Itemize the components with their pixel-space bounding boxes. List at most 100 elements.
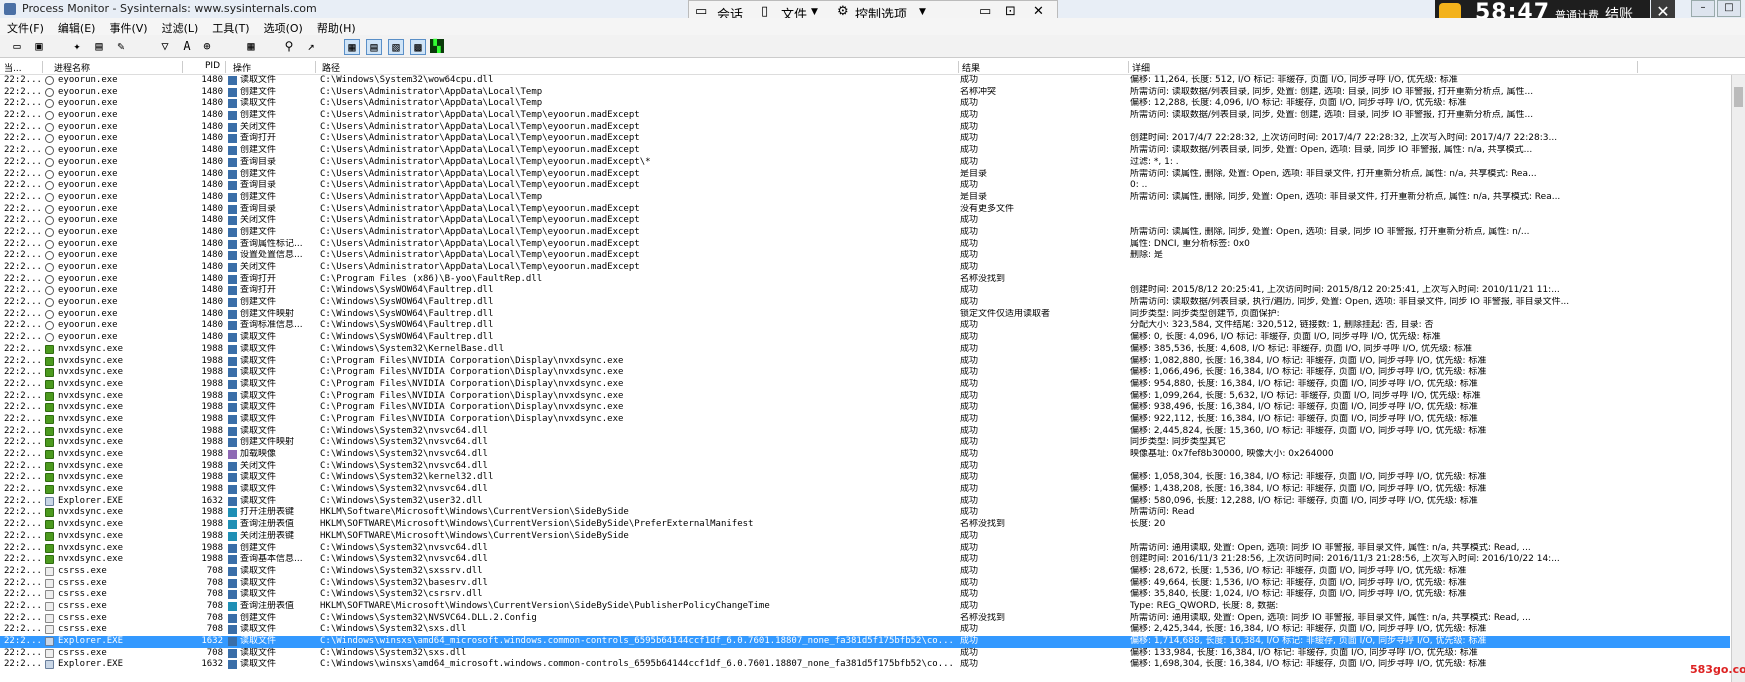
table-row[interactable]: 22:2... eyoorun.exe 1480 关闭文件 C:\Users\Admin… bbox=[0, 262, 1730, 274]
table-row[interactable]: 22:2... eyoorun.exe 1480 设置处置信息... C:\Users\… bbox=[0, 250, 1730, 262]
table-row[interactable]: 22:2... csrss.exe 708 读取文件 C:\Windows\System… bbox=[0, 624, 1730, 636]
table-row[interactable]: 22:2... eyoorun.exe 1480 创建文件 C:\Users\Admin… bbox=[0, 145, 1730, 157]
table-row[interactable]: 22:2... nvxdsync.exe 1988 创建文件映射 C:\Windows\… bbox=[0, 437, 1730, 449]
menu-item[interactable]: 工具(T) bbox=[205, 18, 256, 36]
table-row[interactable]: 22:2... csrss.exe 708 查询注册表值 HKLM\SOFTWARE\M… bbox=[0, 601, 1730, 613]
process-filter-icon[interactable]: ▩ bbox=[410, 39, 426, 55]
col-process-name[interactable]: 进程名称 bbox=[54, 61, 183, 74]
close-icon[interactable]: ✕ bbox=[1033, 4, 1044, 19]
table-row[interactable]: 22:2... nvxdsync.exe 1988 读取文件 C:\Program Fi… bbox=[0, 391, 1730, 403]
table-row[interactable]: 22:2... csrss.exe 708 读取文件 C:\Windows\System… bbox=[0, 589, 1730, 601]
table-row[interactable]: 22:2... nvxdsync.exe 1988 读取文件 C:\Windows\Sy… bbox=[0, 344, 1730, 356]
table-row[interactable]: 22:2... eyoorun.exe 1480 查询属性标记... C:\Users\… bbox=[0, 239, 1730, 251]
time-cell: 22:2... bbox=[4, 507, 42, 518]
col-pid[interactable]: PID bbox=[205, 61, 226, 73]
menu-item[interactable]: 帮助(H) bbox=[310, 18, 363, 36]
table-row[interactable]: 22:2... Explorer.EXE 1632 读取文件 C:\Windows\wi… bbox=[0, 636, 1730, 648]
table-row[interactable]: 22:2... Explorer.EXE 1632 读取文件 C:\Windows\Sy… bbox=[0, 496, 1730, 508]
operation-cell: 读取文件 bbox=[240, 332, 277, 343]
menu-item[interactable]: 事件(V) bbox=[102, 18, 154, 36]
table-row[interactable]: 22:2... nvxdsync.exe 1988 读取文件 C:\Program Fi… bbox=[0, 367, 1730, 379]
filesystem-filter-icon[interactable]: ▤ bbox=[366, 39, 382, 55]
table-row[interactable]: 22:2... nvxdsync.exe 1988 读取文件 C:\Windows\Sy… bbox=[0, 484, 1730, 496]
process-name-cell: csrss.exe bbox=[58, 589, 107, 600]
table-row[interactable]: 22:2... nvxdsync.exe 1988 加载映像 C:\Windows\Sy… bbox=[0, 449, 1730, 461]
table-row[interactable]: 22:2... nvxdsync.exe 1988 查询注册表值 HKLM\SOFTWA… bbox=[0, 519, 1730, 531]
restore-icon[interactable]: ⊡ bbox=[1005, 4, 1016, 19]
table-row[interactable]: 22:2... nvxdsync.exe 1988 读取文件 C:\Program Fi… bbox=[0, 356, 1730, 368]
tree-icon[interactable]: ▦ bbox=[244, 39, 258, 53]
target-icon[interactable]: ⊕ bbox=[200, 39, 214, 53]
table-row[interactable]: 22:2... eyoorun.exe 1480 读取文件 C:\Users\Admin… bbox=[0, 98, 1730, 110]
col-detail[interactable]: 详细 bbox=[1132, 61, 1638, 74]
filter-icon[interactable]: ▽ bbox=[158, 39, 172, 53]
minimize-button[interactable]: – bbox=[1691, 0, 1715, 17]
jump-icon[interactable]: ↗ bbox=[304, 39, 318, 53]
window-icon[interactable]: ▭ bbox=[979, 4, 991, 19]
process-name-cell: nvxdsync.exe bbox=[58, 343, 124, 354]
open-icon[interactable]: ▭ bbox=[10, 39, 24, 53]
table-row[interactable]: 22:2... eyoorun.exe 1480 读取文件 C:\Windows\Sys… bbox=[0, 332, 1730, 344]
registry-filter-icon[interactable]: ▦ bbox=[344, 39, 360, 55]
pid-cell: 1988 bbox=[201, 367, 223, 378]
table-row[interactable]: 22:2... nvxdsync.exe 1988 读取文件 C:\Program Fi… bbox=[0, 414, 1730, 426]
table-row[interactable]: 22:2... eyoorun.exe 1480 创建文件 C:\Users\Admin… bbox=[0, 110, 1730, 122]
table-row[interactable]: 22:2... nvxdsync.exe 1988 查询基本信息... C:\Windo… bbox=[0, 554, 1730, 566]
table-row[interactable]: 22:2... nvxdsync.exe 1988 创建文件 C:\Windows\Sy… bbox=[0, 543, 1730, 555]
table-row[interactable]: 22:2... eyoorun.exe 1480 创建文件 C:\Users\Admin… bbox=[0, 227, 1730, 239]
find-icon[interactable]: ⚲ bbox=[282, 39, 296, 53]
table-row[interactable]: 22:2... eyoorun.exe 1480 查询目录 C:\Users\Admin… bbox=[0, 204, 1730, 216]
col-operation[interactable]: 操作 bbox=[233, 61, 316, 74]
profiling-filter-icon[interactable]: ▚ bbox=[430, 39, 444, 53]
table-row[interactable]: 22:2... nvxdsync.exe 1988 打开注册表键 HKLM\Softwa… bbox=[0, 507, 1730, 519]
capture-icon[interactable]: ✦ bbox=[70, 39, 84, 53]
col-time[interactable]: 当... bbox=[4, 61, 43, 74]
col-path[interactable]: 路径 bbox=[322, 61, 959, 74]
pid-cell: 1988 bbox=[201, 460, 223, 471]
table-row[interactable]: 22:2... eyoorun.exe 1480 创建文件 C:\Windows\Sys… bbox=[0, 297, 1730, 309]
table-row[interactable]: 22:2... csrss.exe 708 创建文件 C:\Windows\System… bbox=[0, 613, 1730, 625]
table-row[interactable]: 22:2... eyoorun.exe 1480 关闭文件 C:\Users\Admin… bbox=[0, 215, 1730, 227]
vertical-scrollbar[interactable] bbox=[1731, 75, 1745, 682]
clear-icon[interactable]: ✎ bbox=[114, 39, 128, 53]
operation-cell: 读取文件 bbox=[240, 577, 277, 588]
network-filter-icon[interactable]: ▧ bbox=[388, 39, 404, 55]
table-row[interactable]: 22:2... eyoorun.exe 1480 创建文件 C:\Users\Admin… bbox=[0, 87, 1730, 99]
menu-item[interactable]: 选项(O) bbox=[257, 18, 310, 36]
table-row[interactable]: 22:2... eyoorun.exe 1480 查询打开 C:\Users\Admin… bbox=[0, 133, 1730, 145]
table-row[interactable]: 22:2... eyoorun.exe 1480 读取文件 C:\Windows\Sys… bbox=[0, 75, 1730, 87]
operation-cell: 创建文件 bbox=[240, 542, 277, 553]
table-row[interactable]: 22:2... nvxdsync.exe 1988 读取文件 C:\Windows\Sy… bbox=[0, 472, 1730, 484]
autoscroll-icon[interactable]: ▤ bbox=[92, 39, 106, 53]
save-icon[interactable]: ▣ bbox=[32, 39, 46, 53]
table-row[interactable]: 22:2... nvxdsync.exe 1988 关闭文件 C:\Windows\Sy… bbox=[0, 461, 1730, 473]
maximize-button[interactable]: □ bbox=[1717, 0, 1741, 17]
table-row[interactable]: 22:2... nvxdsync.exe 1988 读取文件 C:\Windows\Sy… bbox=[0, 426, 1730, 438]
table-row[interactable]: 22:2... csrss.exe 708 读取文件 C:\Windows\System… bbox=[0, 578, 1730, 590]
table-row[interactable]: 22:2... eyoorun.exe 1480 创建文件映射 C:\Windows\S… bbox=[0, 309, 1730, 321]
process-name-cell: eyoorun.exe bbox=[58, 156, 118, 167]
table-row[interactable]: 22:2... csrss.exe 708 读取文件 C:\Windows\System… bbox=[0, 566, 1730, 578]
table-row[interactable]: 22:2... eyoorun.exe 1480 创建文件 C:\Users\Admin… bbox=[0, 169, 1730, 181]
col-result[interactable]: 结果 bbox=[962, 61, 1129, 74]
table-row[interactable]: 22:2... eyoorun.exe 1480 关闭文件 C:\Users\Admin… bbox=[0, 122, 1730, 134]
scrollbar-thumb[interactable] bbox=[1734, 87, 1743, 107]
table-row[interactable]: 22:2... eyoorun.exe 1480 查询打开 C:\Program Fil… bbox=[0, 274, 1730, 286]
table-row[interactable]: 22:2... eyoorun.exe 1480 查询标准信息... C:\Window… bbox=[0, 320, 1730, 332]
detail-cell: 长度: 20 bbox=[1130, 519, 1166, 530]
table-row[interactable]: 22:2... eyoorun.exe 1480 查询打开 C:\Windows\Sys… bbox=[0, 285, 1730, 297]
table-row[interactable]: 22:2... Explorer.EXE 1632 读取文件 C:\Windows\wi… bbox=[0, 659, 1730, 671]
table-row[interactable]: 22:2... eyoorun.exe 1480 创建文件 C:\Users\Admin… bbox=[0, 192, 1730, 204]
table-row[interactable]: 22:2... eyoorun.exe 1480 查询目录 C:\Users\Admin… bbox=[0, 157, 1730, 169]
table-row[interactable]: 22:2... csrss.exe 708 读取文件 C:\Windows\System… bbox=[0, 648, 1730, 660]
path-cell: HKLM\SOFTWARE\Microsoft\Windows\CurrentV… bbox=[320, 530, 629, 541]
table-row[interactable]: 22:2... nvxdsync.exe 1988 读取文件 C:\Program Fi… bbox=[0, 379, 1730, 391]
menu-item[interactable]: 编辑(E) bbox=[51, 18, 103, 36]
path-cell: C:\Windows\System32\NVSVC64.DLL.2.Config bbox=[320, 612, 537, 623]
table-row[interactable]: 22:2... eyoorun.exe 1480 查询目录 C:\Users\Admin… bbox=[0, 180, 1730, 192]
menu-item[interactable]: 文件(F) bbox=[0, 18, 51, 36]
table-row[interactable]: 22:2... nvxdsync.exe 1988 读取文件 C:\Program Fi… bbox=[0, 402, 1730, 414]
menu-item[interactable]: 过滤(L) bbox=[155, 18, 206, 36]
table-row[interactable]: 22:2... nvxdsync.exe 1988 关闭注册表键 HKLM\SOFTWA… bbox=[0, 531, 1730, 543]
highlight-icon[interactable]: A bbox=[180, 39, 194, 53]
